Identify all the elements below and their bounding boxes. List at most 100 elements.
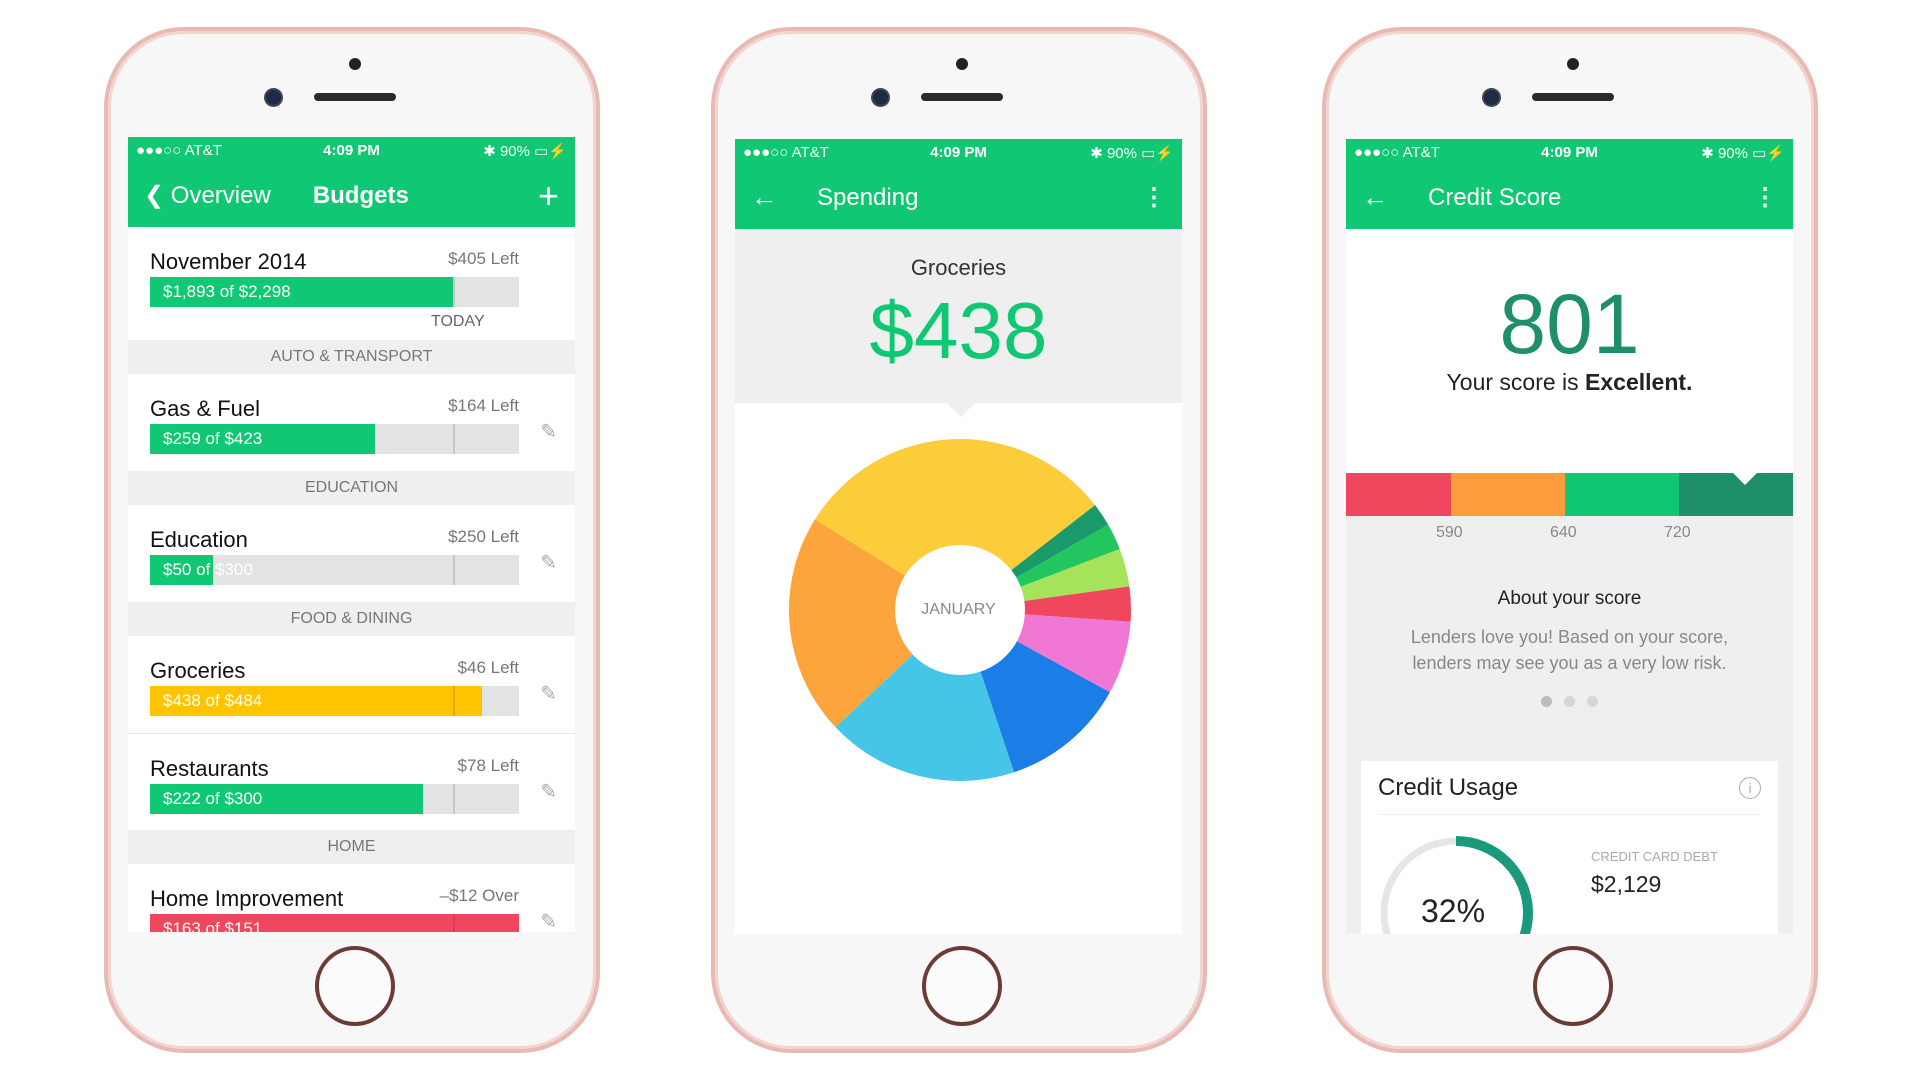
category-header: Groceries $438 — [735, 229, 1182, 417]
back-arrow-icon[interactable]: ← — [1362, 182, 1388, 213]
month-summary[interactable]: November 2014 $405 Left $1,893 of $2,298… — [128, 227, 575, 340]
today-marker — [452, 914, 455, 932]
today-marker — [452, 555, 455, 585]
budget-name: Home Improvement — [150, 886, 344, 911]
sensor — [956, 58, 968, 70]
pencil-icon[interactable]: ✎ — [540, 779, 557, 804]
category-name: Groceries — [910, 255, 1007, 280]
pencil-icon[interactable]: ✎ — [540, 550, 557, 575]
section-header: AUTO & TRANSPORT — [128, 340, 575, 374]
phone-credit-score: ●●●○○ AT&T 4:09 PM ✱ 90% ▭⚡ ← Credit Score… — [1322, 27, 1818, 1053]
time: 4:09 PM — [323, 142, 380, 159]
status-bar: ●●●○○ AT&T 4:09 PM ✱ 90% ▭⚡ — [1346, 139, 1793, 166]
credit-usage-card[interactable]: Credit Usage i 32% CREDIT CARD DEBT $2,1… — [1361, 761, 1778, 934]
usage-percent: 32% — [1421, 893, 1486, 929]
section-header: FOOD & DINING — [128, 602, 575, 636]
phone-spending: ●●●○○ AT&T 4:09 PM ✱ 90% ▭⚡ ← Spending ⋮ G… — [711, 27, 1207, 1053]
nav-bar: ← Spending ⋮ — [735, 166, 1182, 229]
info-icon[interactable]: i — [1739, 776, 1761, 799]
plus-icon[interactable]: + — [538, 175, 559, 217]
credit-score: 801 — [1499, 277, 1640, 371]
status-bar: ●●●○○ AT&T 4:09 PM ✱ 90% ▭⚡ — [128, 137, 575, 164]
bar-label: $438 of $484 — [163, 691, 263, 710]
score-scale — [1346, 473, 1793, 516]
budgets-screen: ●●●○○ AT&T 4:09 PM ✱ 90% ▭⚡ ❮ Overview Bud… — [128, 137, 575, 932]
bar-label: $163 of $151 — [163, 919, 263, 932]
about-carousel[interactable]: About your score Lenders love you! Based… — [1346, 588, 1793, 712]
amount-left: $164 Left — [448, 396, 519, 415]
score-marker — [1733, 473, 1757, 485]
month-title: November 2014 — [150, 249, 307, 274]
score-panel: 801 Your score is Excellent. — [1346, 229, 1793, 473]
back-button[interactable]: ❮ Overview — [144, 181, 271, 210]
progress-bar: $50 of $300 — [150, 555, 519, 585]
budget-row[interactable]: Restaurants $78 Left $222 of $300 ✎ — [128, 733, 575, 830]
today-marker — [452, 686, 455, 716]
budget-row[interactable]: Groceries $46 Left $438 of $484 ✎ — [128, 636, 575, 733]
page-title: Spending — [817, 183, 919, 211]
status-bar: ●●●○○ AT&T 4:09 PM ✱ 90% ▭⚡ — [735, 139, 1182, 166]
amount-left: –$12 Over — [439, 886, 519, 905]
debt-label: CREDIT CARD DEBT — [1591, 849, 1718, 864]
scale-ticks: 590 640 720 — [1346, 516, 1793, 546]
budget-name: Gas & Fuel — [150, 396, 261, 421]
today-label: TODAY — [431, 313, 485, 330]
amount-left: $78 Left — [457, 756, 519, 775]
spending-pie-chart[interactable] — [735, 403, 1182, 903]
back-arrow-icon[interactable]: ← — [751, 182, 777, 213]
budget-row[interactable]: Gas & Fuel $164 Left $259 of $423 ✎ — [128, 374, 575, 471]
tick: 590 — [1436, 524, 1463, 541]
front-camera — [1484, 90, 1499, 105]
more-icon[interactable]: ⋮ — [1753, 183, 1777, 212]
today-marker — [452, 424, 455, 454]
bar-label: $50 of $300 — [163, 560, 253, 579]
card-title: Credit Usage — [1378, 773, 1519, 801]
debt-value: $2,129 — [1591, 871, 1662, 897]
budget-name: Groceries — [150, 658, 246, 683]
section-header: HOME — [128, 830, 575, 864]
sensor — [1567, 58, 1579, 70]
time: 4:09 PM — [1541, 144, 1598, 161]
scale-fair — [1451, 473, 1565, 516]
budget-row[interactable]: Education $250 Left $50 of $300 ✎ — [128, 505, 575, 602]
tick: 640 — [1550, 524, 1577, 541]
home-button[interactable] — [1533, 946, 1613, 1026]
category-amount: $438 — [869, 286, 1048, 375]
budget-name: Education — [150, 527, 248, 552]
bar-label: $1,893 of $2,298 — [163, 282, 291, 301]
about-text: Lenders love you! Based on your score, l… — [1410, 627, 1729, 673]
budget-row[interactable]: Home Improvement –$12 Over $163 of $151 … — [128, 864, 575, 932]
bar-label: $222 of $300 — [163, 789, 263, 808]
progress-bar: $1,893 of $2,298 — [150, 277, 519, 307]
page-title: Credit Score — [1428, 183, 1562, 211]
page-title: Budgets — [312, 181, 409, 209]
pencil-icon[interactable]: ✎ — [540, 909, 557, 932]
sensor — [349, 58, 361, 70]
budget-name: Restaurants — [150, 756, 269, 781]
progress-bar: $222 of $300 — [150, 784, 519, 814]
home-button[interactable] — [922, 946, 1002, 1026]
phone-budgets: ●●●○○ AT&T 4:09 PM ✱ 90% ▭⚡ ❮ Overview Bud… — [104, 27, 600, 1053]
spending-screen: ●●●○○ AT&T 4:09 PM ✱ 90% ▭⚡ ← Spending ⋮ G… — [735, 139, 1182, 934]
pencil-icon[interactable]: ✎ — [540, 681, 557, 706]
progress-bar: $438 of $484 — [150, 686, 519, 716]
pencil-icon[interactable]: ✎ — [540, 419, 557, 444]
more-icon[interactable]: ⋮ — [1142, 183, 1166, 212]
page-dots[interactable] — [1346, 694, 1793, 712]
amount-left: $46 Left — [457, 658, 519, 677]
section-header: EDUCATION — [128, 471, 575, 505]
speaker — [921, 93, 1003, 101]
bar-label: $259 of $423 — [163, 429, 263, 448]
front-camera — [266, 90, 281, 105]
pointer — [947, 403, 975, 417]
progress-bar: $259 of $423 — [150, 424, 519, 454]
today-marker — [452, 277, 455, 307]
amount-left: $405 Left — [448, 249, 519, 268]
front-camera — [873, 90, 888, 105]
today-marker — [452, 784, 455, 814]
speaker — [314, 93, 396, 101]
tick: 720 — [1664, 524, 1691, 541]
scale-good — [1565, 473, 1679, 516]
home-button[interactable] — [315, 946, 395, 1026]
pie-center-label: JANUARY — [921, 601, 996, 618]
